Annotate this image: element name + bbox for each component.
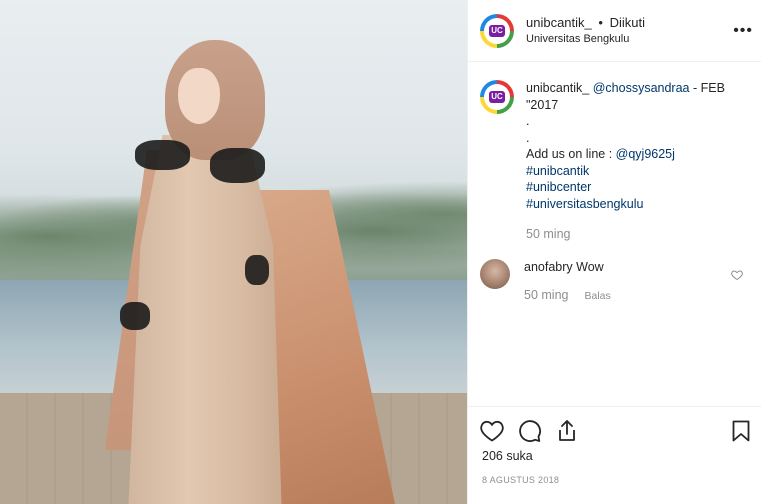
header-username[interactable]: unibcantik_	[526, 15, 592, 30]
caption-line: "2017	[526, 97, 559, 112]
figure-lace	[135, 140, 190, 170]
caption-line: .	[526, 130, 530, 145]
header-line: unibcantik_ • Diikuti	[526, 15, 645, 31]
avatar-logo-text: UC	[489, 24, 505, 37]
caption-avatar[interactable]: UC	[480, 80, 514, 114]
post-view: UC unibcantik_ • Diikuti Universitas Ben…	[0, 0, 761, 504]
caption: UC unibcantik_ @chossysandraa - FEB "201…	[468, 62, 761, 243]
header-text: unibcantik_ • Diikuti Universitas Bengku…	[526, 15, 645, 47]
caption-line: .	[526, 114, 530, 128]
commenter-avatar[interactable]	[480, 258, 510, 289]
post-header: UC unibcantik_ • Diikuti Universitas Ben…	[468, 0, 761, 62]
comment-meta: 50 ming Balas	[524, 287, 611, 304]
hashtag-link[interactable]: #unibcenter	[526, 179, 741, 196]
figure-face	[178, 68, 220, 124]
post-actions: 206 suka 8 AGUSTUS 2018	[468, 406, 761, 504]
comment-timestamp[interactable]: 50 ming	[524, 287, 568, 303]
caption-text: Add us on line :	[526, 147, 616, 161]
header-location[interactable]: Universitas Bengkulu	[526, 32, 645, 47]
figure-lace	[210, 148, 265, 183]
reply-button[interactable]: Balas	[584, 288, 610, 304]
like-heart-icon[interactable]	[480, 420, 504, 442]
post-date[interactable]: 8 AGUSTUS 2018	[468, 463, 761, 485]
comment-bubble-icon[interactable]	[518, 419, 542, 443]
bookmark-icon[interactable]	[732, 420, 750, 442]
action-icons	[468, 407, 761, 447]
comment-line: anofabry Wow	[524, 259, 611, 275]
comment-body: anofabry Wow 50 ming Balas	[524, 259, 611, 304]
comment-like-icon[interactable]	[731, 269, 743, 281]
figure-lace	[120, 302, 150, 330]
likes-count[interactable]: 206 suka	[468, 447, 761, 463]
caption-line-id-link[interactable]: @qyj9625j	[616, 147, 675, 161]
share-icon[interactable]	[556, 419, 578, 443]
avatar-inner: UC	[484, 84, 510, 110]
comment-item: anofabry Wow 50 ming Balas	[468, 243, 761, 304]
caption-timestamp[interactable]: 50 ming	[526, 226, 741, 243]
figure-lace	[245, 255, 269, 285]
photo-figure	[100, 40, 400, 504]
hashtag-link[interactable]: #unibcantik	[526, 163, 741, 180]
caption-line: Add us on line : @qyj9625j	[526, 146, 741, 163]
account-avatar[interactable]: UC	[480, 13, 514, 48]
caption-body: unibcantik_ @chossysandraa - FEB "2017 .…	[526, 80, 741, 243]
caption-text: - FEB	[689, 81, 725, 95]
avatar-inner: UC	[484, 17, 510, 44]
hashtag-link[interactable]: #universitasbengkulu	[526, 196, 741, 213]
caption-line: unibcantik_ @chossysandraa - FEB	[526, 80, 741, 97]
header-separator: •	[598, 14, 603, 30]
post-panel: UC unibcantik_ • Diikuti Universitas Ben…	[467, 0, 761, 504]
avatar-logo-text: UC	[489, 91, 505, 103]
post-photo[interactable]	[0, 0, 467, 504]
more-options-icon[interactable]: •••	[733, 22, 753, 40]
comment-username[interactable]: anofabry	[524, 260, 573, 274]
follow-status-button[interactable]: Diikuti	[610, 15, 645, 30]
comment-text: Wow	[576, 259, 604, 274]
caption-mention-link[interactable]: @chossysandraa	[593, 81, 690, 95]
caption-username[interactable]: unibcantik_	[526, 81, 589, 95]
